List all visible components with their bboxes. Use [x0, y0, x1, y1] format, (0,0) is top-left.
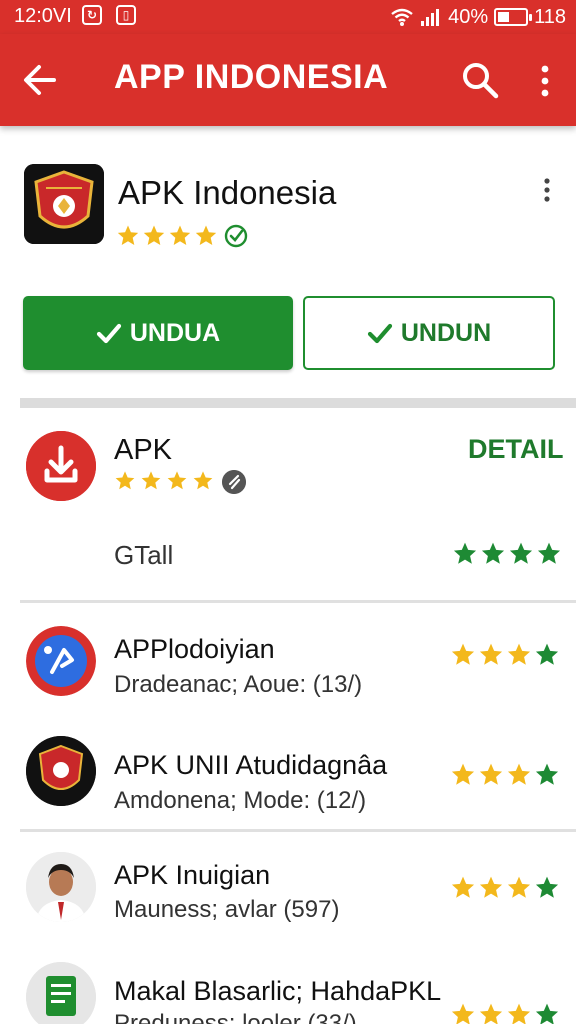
star-full-icon	[142, 224, 166, 248]
app-bar: APP INDONESIA	[0, 34, 576, 126]
list-item-rating	[450, 642, 560, 668]
document-icon	[26, 962, 96, 1024]
check-icon	[367, 323, 392, 344]
star-full-icon	[140, 470, 162, 492]
arrow-left-icon[interactable]	[22, 62, 58, 98]
star-full-icon	[508, 541, 534, 567]
list-item-icon[interactable]	[26, 852, 96, 922]
detail-button[interactable]: DETAIL	[468, 434, 564, 465]
star-full-icon	[478, 875, 504, 901]
star-full-icon	[506, 875, 532, 901]
list-item-name[interactable]: APK UNII Atudidagnâa	[114, 750, 387, 781]
featured-rating	[452, 541, 562, 567]
star-full-icon	[168, 224, 192, 248]
star-full-icon	[478, 642, 504, 668]
battery-percent: 40%	[448, 5, 489, 28]
list-item-rating	[450, 1002, 560, 1024]
star-full-icon	[194, 224, 218, 248]
star-full-icon	[166, 470, 188, 492]
list-item-icon[interactable]	[26, 626, 96, 696]
sync-icon: ↻	[82, 5, 102, 25]
list-item-subtitle: Amdonena; Mode: (12/)	[114, 787, 367, 814]
list-item-name[interactable]: APK Inuigian	[114, 860, 270, 891]
star-full-icon	[114, 470, 136, 492]
list-item-name[interactable]: APPlodoiyian	[114, 634, 275, 665]
list-item-subtitle: Dradeanac; Aoue: (13/)	[114, 671, 363, 698]
star-full-icon	[478, 762, 504, 788]
page-title: APP INDONESIA	[114, 58, 389, 96]
wifi-icon	[391, 8, 413, 26]
star-full-icon	[506, 762, 532, 788]
featured-small-rating	[114, 470, 214, 492]
list-item-rating	[450, 762, 560, 788]
status-bar: 12:0VI ↻ ▯ 40% 118	[0, 0, 576, 34]
star-full-icon	[452, 541, 478, 567]
secondary-button-label: UNDUN	[400, 318, 492, 347]
row-divider	[20, 829, 576, 832]
avatar-icon	[26, 852, 96, 922]
row-divider	[20, 600, 576, 603]
star-full-icon	[534, 1002, 560, 1024]
list-item-subtitle: Preduness; looler (33/)	[114, 1010, 357, 1024]
primary-button-label: UNDUA	[129, 318, 221, 347]
status-time: 12:0VI	[14, 5, 72, 27]
star-full-icon	[450, 1002, 476, 1024]
secondary-download-button[interactable]: UNDUN	[303, 296, 555, 370]
list-item-icon[interactable]	[26, 736, 96, 806]
featured-badge-icon	[222, 470, 246, 494]
star-full-icon	[450, 642, 476, 668]
app-rating	[116, 224, 218, 248]
verified-icon	[224, 224, 248, 248]
emblem-icon	[24, 164, 104, 244]
primary-download-button[interactable]: UNDUA	[23, 296, 293, 370]
emblem-icon	[26, 736, 96, 806]
signal-icon	[421, 9, 440, 26]
app-icon[interactable]	[24, 164, 104, 244]
star-full-icon	[534, 762, 560, 788]
list-item-subtitle: Mauness; avlar (597)	[114, 896, 340, 923]
status-right: 40% 118	[390, 4, 566, 30]
star-full-icon	[506, 1002, 532, 1024]
star-full-icon	[192, 470, 214, 492]
star-full-icon	[536, 541, 562, 567]
star-full-icon	[506, 642, 532, 668]
battery-icon	[494, 8, 533, 26]
status-extra: 118	[534, 5, 566, 28]
app-name: APK Indonesia	[118, 174, 337, 211]
star-full-icon	[534, 642, 560, 668]
section-divider	[20, 398, 576, 408]
more-vert-icon[interactable]	[534, 64, 556, 98]
star-full-icon	[534, 875, 560, 901]
featured-icon[interactable]	[26, 431, 96, 501]
star-full-icon	[450, 875, 476, 901]
star-full-icon	[480, 541, 506, 567]
list-item-icon[interactable]	[26, 962, 96, 1024]
star-full-icon	[450, 762, 476, 788]
search-icon[interactable]	[460, 60, 500, 100]
download-icon	[26, 431, 96, 501]
featured-name[interactable]: APK	[114, 434, 172, 467]
list-item-name[interactable]: Makal Blasarlic; HahdaPKL	[114, 976, 441, 1007]
save-icon: ▯	[116, 5, 136, 25]
star-full-icon	[478, 1002, 504, 1024]
app-more-icon[interactable]	[538, 178, 556, 202]
star-full-icon	[116, 224, 140, 248]
list-item-rating	[450, 875, 560, 901]
check-icon	[96, 323, 121, 344]
android-app-icon	[26, 626, 96, 696]
featured-subtitle: GTall	[114, 540, 174, 570]
